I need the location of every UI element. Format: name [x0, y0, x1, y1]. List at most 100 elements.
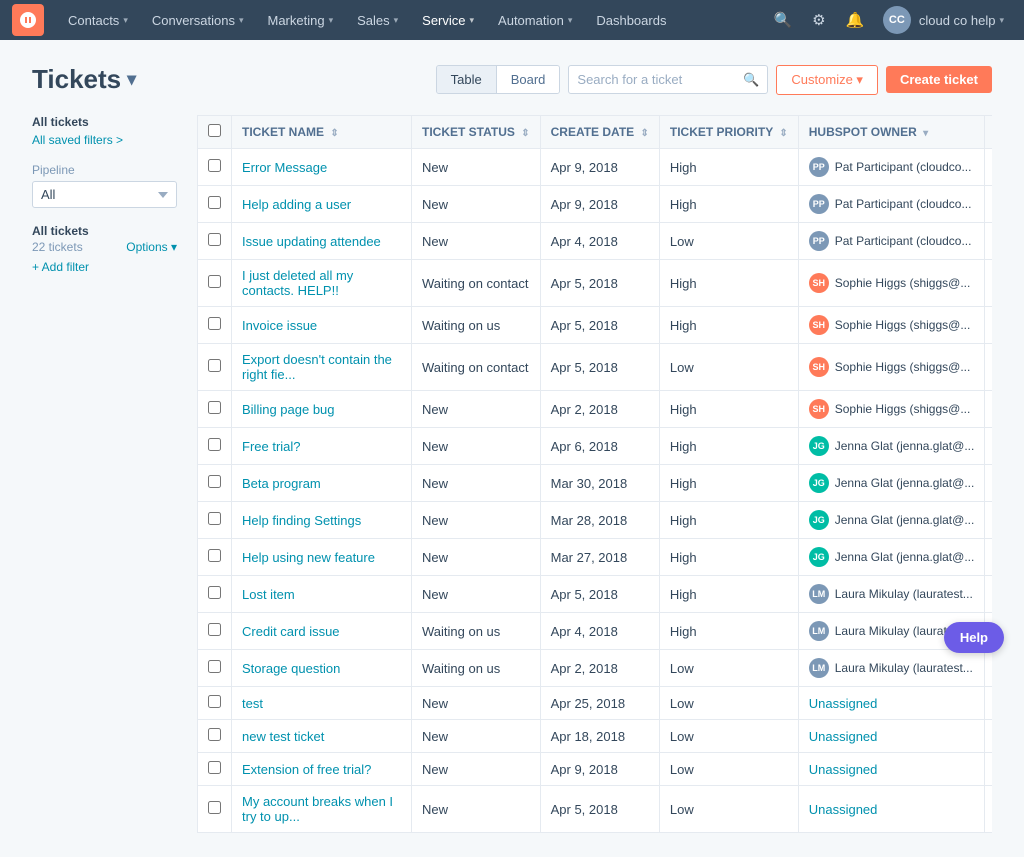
- account-menu[interactable]: CC cloud co help ▾: [875, 0, 1012, 40]
- ticket-engage-cell: -: [985, 650, 992, 687]
- ticket-name-link[interactable]: Extension of free trial?: [242, 762, 371, 777]
- ticket-name-link[interactable]: Help using new feature: [242, 550, 375, 565]
- ticket-name-link[interactable]: Free trial?: [242, 439, 301, 454]
- ticket-name-link[interactable]: Export doesn't contain the right fie...: [242, 352, 392, 382]
- row-checkbox[interactable]: [208, 586, 221, 599]
- ticket-name-link[interactable]: Credit card issue: [242, 624, 340, 639]
- ticket-name-link[interactable]: Billing page bug: [242, 402, 335, 417]
- ticket-priority-cell: Low: [659, 720, 798, 753]
- col-header-last-engage[interactable]: DATE OF LAST ENGAGE... ⇕: [985, 116, 992, 149]
- table-view-button[interactable]: Table: [437, 66, 497, 93]
- row-checkbox-cell: [198, 613, 232, 650]
- ticket-name-link[interactable]: Issue updating attendee: [242, 234, 381, 249]
- nav-item-service[interactable]: Service ▾: [410, 0, 486, 40]
- select-all-checkbox[interactable]: [208, 124, 221, 137]
- nav-item-conversations[interactable]: Conversations ▾: [140, 0, 256, 40]
- ticket-name-link[interactable]: Invoice issue: [242, 318, 317, 333]
- row-checkbox[interactable]: [208, 475, 221, 488]
- page-header: Tickets ▾ Table Board 🔍 Customize ▾ Crea…: [32, 64, 992, 95]
- row-checkbox[interactable]: [208, 695, 221, 708]
- ticket-owner-cell: Unassigned: [798, 753, 985, 786]
- owner-unassigned[interactable]: Unassigned: [809, 762, 878, 777]
- row-checkbox[interactable]: [208, 761, 221, 774]
- row-checkbox[interactable]: [208, 359, 221, 372]
- nav-item-contacts[interactable]: Contacts ▾: [56, 0, 140, 40]
- ticket-priority-cell: Low: [659, 344, 798, 391]
- ticket-name-link[interactable]: new test ticket: [242, 729, 324, 744]
- ticket-create-date-cell: Apr 9, 2018: [540, 753, 659, 786]
- ticket-name-cell: Issue updating attendee: [232, 223, 412, 260]
- nav-item-dashboards[interactable]: Dashboards: [584, 0, 678, 40]
- pipeline-select[interactable]: All Support Pipeline Sales Pipeline: [32, 181, 177, 208]
- row-checkbox[interactable]: [208, 512, 221, 525]
- owner-unassigned[interactable]: Unassigned: [809, 802, 878, 817]
- ticket-name-link[interactable]: Beta program: [242, 476, 321, 491]
- nav-item-sales[interactable]: Sales ▾: [345, 0, 410, 40]
- row-checkbox[interactable]: [208, 728, 221, 741]
- row-checkbox[interactable]: [208, 438, 221, 451]
- ticket-name-cell: Export doesn't contain the right fie...: [232, 344, 412, 391]
- ticket-engage-cell: -: [985, 260, 992, 307]
- search-input[interactable]: [577, 66, 737, 93]
- ticket-name-link[interactable]: Error Message: [242, 160, 327, 175]
- select-all-checkbox-header[interactable]: [198, 116, 232, 149]
- chevron-down-icon: ▾: [329, 15, 334, 26]
- notifications-icon-button[interactable]: 🔔: [839, 4, 871, 36]
- row-checkbox[interactable]: [208, 159, 221, 172]
- ticket-create-date-cell: Apr 18, 2018: [540, 720, 659, 753]
- ticket-name-link[interactable]: I just deleted all my contacts. HELP!!: [242, 268, 353, 298]
- col-header-create-date[interactable]: CREATE DATE ⇕: [540, 116, 659, 149]
- row-checkbox[interactable]: [208, 801, 221, 814]
- col-header-hubspot-owner[interactable]: HUBSPOT OWNER ▾: [798, 116, 985, 149]
- owner-cell: JGJenna Glat (jenna.glat@...: [809, 473, 975, 493]
- table-row: Issue updating attendeeNewApr 4, 2018Low…: [198, 223, 993, 260]
- saved-filters-link[interactable]: All saved filters >: [32, 133, 177, 147]
- ticket-name-link[interactable]: Help finding Settings: [242, 513, 361, 528]
- owner-unassigned[interactable]: Unassigned: [809, 729, 878, 744]
- table-row: My account breaks when I try to up...New…: [198, 786, 993, 833]
- ticket-priority-cell: Low: [659, 650, 798, 687]
- row-checkbox[interactable]: [208, 233, 221, 246]
- chevron-down-icon: ▾: [568, 15, 573, 26]
- ticket-create-date-cell: Apr 5, 2018: [540, 786, 659, 833]
- row-checkbox[interactable]: [208, 401, 221, 414]
- row-checkbox-cell: [198, 223, 232, 260]
- ticket-name-link[interactable]: Lost item: [242, 587, 295, 602]
- table-row: Beta programNewMar 30, 2018HighJGJenna G…: [198, 465, 993, 502]
- ticket-engage-cell: -: [985, 576, 992, 613]
- ticket-name-cell: test: [232, 687, 412, 720]
- page-title-dropdown-icon[interactable]: ▾: [127, 69, 136, 90]
- ticket-name-link[interactable]: Storage question: [242, 661, 340, 676]
- customize-button[interactable]: Customize ▾: [776, 65, 878, 95]
- hubspot-logo[interactable]: [12, 4, 44, 36]
- nav-item-automation[interactable]: Automation ▾: [486, 0, 584, 40]
- owner-name: Pat Participant (cloudco...: [835, 234, 972, 248]
- row-checkbox[interactable]: [208, 196, 221, 209]
- row-checkbox[interactable]: [208, 317, 221, 330]
- ticket-name-link[interactable]: test: [242, 696, 263, 711]
- row-checkbox[interactable]: [208, 660, 221, 673]
- settings-icon-button[interactable]: ⚙: [803, 4, 835, 36]
- col-header-ticket-status[interactable]: TICKET STATUS ⇕: [412, 116, 541, 149]
- ticket-status-cell: New: [412, 502, 541, 539]
- owner-unassigned[interactable]: Unassigned: [809, 696, 878, 711]
- row-checkbox[interactable]: [208, 549, 221, 562]
- add-filter-link[interactable]: + Add filter: [32, 260, 177, 274]
- ticket-owner-cell: JGJenna Glat (jenna.glat@...: [798, 428, 985, 465]
- ticket-create-date-cell: Apr 25, 2018: [540, 687, 659, 720]
- create-ticket-button[interactable]: Create ticket: [886, 66, 992, 93]
- ticket-name-link[interactable]: Help adding a user: [242, 197, 351, 212]
- ticket-name-link[interactable]: My account breaks when I try to up...: [242, 794, 393, 824]
- owner-cell: PPPat Participant (cloudco...: [809, 194, 975, 214]
- search-icon-button[interactable]: 🔍: [767, 4, 799, 36]
- row-checkbox-cell: [198, 391, 232, 428]
- row-checkbox-cell: [198, 502, 232, 539]
- row-checkbox[interactable]: [208, 275, 221, 288]
- row-checkbox[interactable]: [208, 623, 221, 636]
- col-header-ticket-name[interactable]: TICKET NAME ⇕: [232, 116, 412, 149]
- col-header-ticket-priority[interactable]: TICKET PRIORITY ⇕: [659, 116, 798, 149]
- nav-item-marketing[interactable]: Marketing ▾: [255, 0, 345, 40]
- options-link[interactable]: Options ▾: [126, 240, 177, 254]
- board-view-button[interactable]: Board: [497, 66, 560, 93]
- help-button[interactable]: Help: [944, 622, 1004, 653]
